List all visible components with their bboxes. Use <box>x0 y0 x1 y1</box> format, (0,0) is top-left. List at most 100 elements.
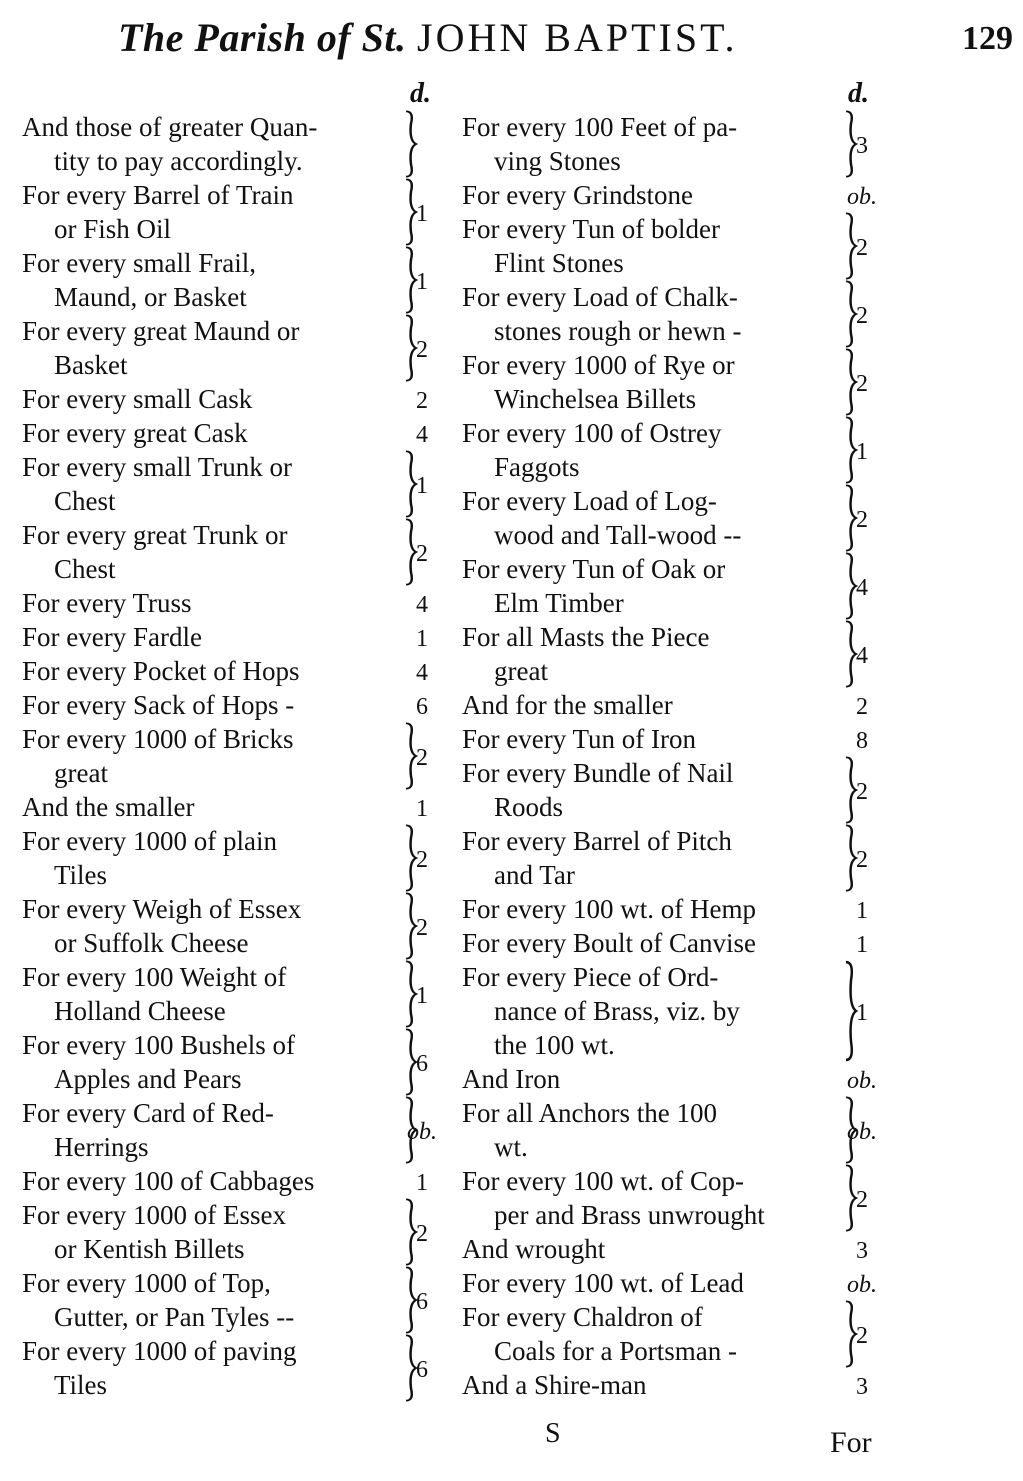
entry-text: Herrings <box>54 1132 149 1162</box>
entry-text: Chest <box>54 486 116 516</box>
tariff-entry: For every small Frail, Maund, or Basket 1 <box>22 246 442 314</box>
entry-text: Gutter, or Pan Tyles -- <box>54 1302 295 1332</box>
tariff-entry: For every 100 Weight of Holland Cheese 1 <box>22 960 442 1028</box>
tariff-entry: For every 100 wt. of Cop-per and Brass u… <box>462 1164 882 1232</box>
right-column: For every 100 Feet of pa-ving Stones 3 For… <box>462 110 882 1402</box>
duty-value: ob. <box>847 184 877 210</box>
entry-line: Coals for a Portsman - <box>462 1334 882 1368</box>
entry-line: per and Brass unwrought <box>462 1198 882 1232</box>
duty-value: 8 <box>856 728 868 754</box>
entry-line: For every great Trunk or <box>22 518 442 552</box>
entry-line: And for the smaller <box>462 688 882 722</box>
entry-text: Maund, or Basket <box>54 282 247 312</box>
duty-value: ob. <box>847 1119 877 1145</box>
tariff-entry: For every 100 of Ostrey Faggots 1 <box>462 416 882 484</box>
entry-text: For every 100 Bushels of <box>22 1030 295 1060</box>
tariff-entry: For every 100 Feet of pa-ving Stones 3 <box>462 110 882 178</box>
duty-value: 2 <box>416 388 428 414</box>
entry-line: For every Tun of Oak or <box>462 552 882 586</box>
tariff-entry: And Iron ob. <box>462 1062 882 1096</box>
entry-line: For every Chaldron of <box>462 1300 882 1334</box>
entry-line: For every 1000 of Top, <box>22 1266 442 1300</box>
duty-value: 3 <box>856 1374 868 1400</box>
entry-text: For every great Cask <box>22 418 248 448</box>
entry-text: Winchelsea Billets <box>494 384 697 414</box>
entry-line: For every Load of Chalk- <box>462 280 882 314</box>
entry-text: For every Bundle of Nail <box>462 758 734 788</box>
duty-value: 2 <box>416 1221 428 1247</box>
tariff-entry: For every great Cask 4 <box>22 416 442 450</box>
entry-line: For every Pocket of Hops <box>22 654 442 688</box>
entry-text: Faggots <box>494 452 580 482</box>
duty-value: ob. <box>407 1119 437 1145</box>
entry-line: For every small Trunk or <box>22 450 442 484</box>
entry-text: great <box>54 758 108 788</box>
entry-line: And those of greater Quan- <box>22 110 442 144</box>
entry-text: For every Tun of bolder <box>462 214 720 244</box>
entry-line: For every 100 of Ostrey <box>462 416 882 450</box>
entry-text: And Iron <box>462 1064 561 1094</box>
entry-line: For every small Frail, <box>22 246 442 280</box>
entry-text: Tiles <box>54 860 108 890</box>
entry-text: Roods <box>494 792 564 822</box>
tariff-entry: And wrought 3 <box>462 1232 882 1266</box>
entry-line: ving Stones <box>462 144 882 178</box>
entry-line: For every Tun of bolder <box>462 212 882 246</box>
entry-line: For all Anchors the 100 <box>462 1096 882 1130</box>
right-column-unit: d. <box>848 78 869 109</box>
tariff-entry: For every 100 Bushels of Apples and Pears… <box>22 1028 442 1096</box>
tariff-entry: For every small Trunk or Chest 1 <box>22 450 442 518</box>
left-column: And those of greater Quan-tity to pay ac… <box>22 110 442 1402</box>
entry-text: Apples and Pears <box>54 1064 242 1094</box>
entry-text: For every Load of Chalk- <box>462 282 738 312</box>
entry-text: For every 1000 of Essex <box>22 1200 286 1230</box>
duty-value: 2 <box>416 337 428 363</box>
duty-value: 2 <box>856 1187 868 1213</box>
entry-text: and Tar <box>494 860 575 890</box>
tariff-entry: For every Weigh of Essex or Suffolk Chees… <box>22 892 442 960</box>
entry-text: And a Shire-man <box>462 1370 647 1400</box>
entry-text: For every small Cask <box>22 384 253 414</box>
duty-value: 2 <box>856 779 868 805</box>
tariff-entry: For every Tun of Iron 8 <box>462 722 882 756</box>
tariff-entry: For every Fardle 1 <box>22 620 442 654</box>
entry-line: or Suffolk Cheese <box>22 926 442 960</box>
tariff-entry: And those of greater Quan-tity to pay ac… <box>22 110 442 178</box>
duty-value: 6 <box>416 1357 428 1383</box>
entry-text: wood and Tall-wood -- <box>494 520 742 550</box>
entry-line: For every 1000 of plain <box>22 824 442 858</box>
tariff-entry: For all Masts the Piece great 4 <box>462 620 882 688</box>
tariff-entry: For every Barrel of Pitch and Tar 2 <box>462 824 882 892</box>
entry-line: For every Sack of Hops - <box>22 688 442 722</box>
left-column-unit: d. <box>410 78 431 109</box>
entry-line: And wrought <box>462 1232 882 1266</box>
tariff-entry: For every 100 wt. of Lead ob. <box>462 1266 882 1300</box>
duty-value: 1 <box>416 1170 428 1196</box>
duty-value: 2 <box>416 745 428 771</box>
tariff-entry: For every Pocket of Hops 4 <box>22 654 442 688</box>
entry-line: Roods <box>462 790 882 824</box>
duty-value: 6 <box>416 1051 428 1077</box>
entry-line: For every Barrel of Train <box>22 178 442 212</box>
entry-text: For every Truss <box>22 588 192 618</box>
tariff-entry: For every 1000 of Rye or Winchelsea Bille… <box>462 348 882 416</box>
duty-value: 4 <box>416 592 428 618</box>
entry-line: And Iron <box>462 1062 882 1096</box>
entry-line: and Tar <box>462 858 882 892</box>
tariff-entry: For every Chaldron of Coals for a Portsma… <box>462 1300 882 1368</box>
page-number: 129 <box>962 20 1013 57</box>
duty-value: 2 <box>856 507 868 533</box>
entry-line: wt. <box>462 1130 882 1164</box>
duty-value: 2 <box>856 1323 868 1349</box>
entry-text: For every 1000 of plain <box>22 826 277 856</box>
entry-text: Tiles <box>54 1370 108 1400</box>
duty-value: 4 <box>416 422 428 448</box>
entry-line: great <box>462 654 882 688</box>
entry-text: For every 100 wt. of Lead <box>462 1268 744 1298</box>
entry-text: For every Tun of Oak or <box>462 554 726 584</box>
entry-text: For every Boult of Canvise <box>462 928 756 958</box>
entry-text: For every great Trunk or <box>22 520 288 550</box>
duty-value: 6 <box>416 1289 428 1315</box>
entry-text: For all Masts the Piece <box>462 622 710 652</box>
entry-text: For every Load of Log- <box>462 486 717 516</box>
